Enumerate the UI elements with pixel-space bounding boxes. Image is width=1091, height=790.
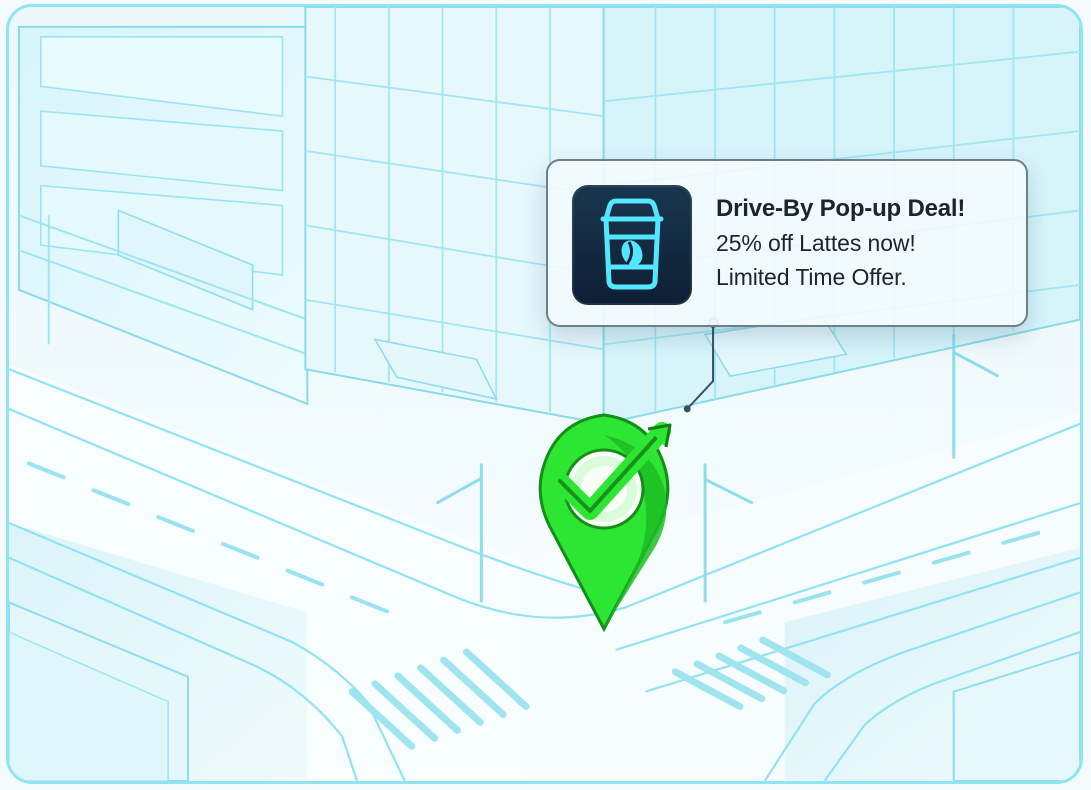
notification-line-1: 25% off Lattes now!	[716, 230, 916, 256]
notification-line-2: Limited Time Offer.	[716, 264, 907, 290]
notification-title: Drive-By Pop-up Deal!	[716, 195, 966, 222]
location-pin-check-icon	[516, 407, 692, 633]
city-street-illustration	[9, 7, 1080, 781]
notification-popup[interactable]: Drive-By Pop-up Deal! 25% off Lattes now…	[546, 159, 1028, 327]
coffee-cup-icon	[572, 185, 692, 305]
map-card: Drive-By Pop-up Deal! 25% off Lattes now…	[6, 4, 1083, 784]
